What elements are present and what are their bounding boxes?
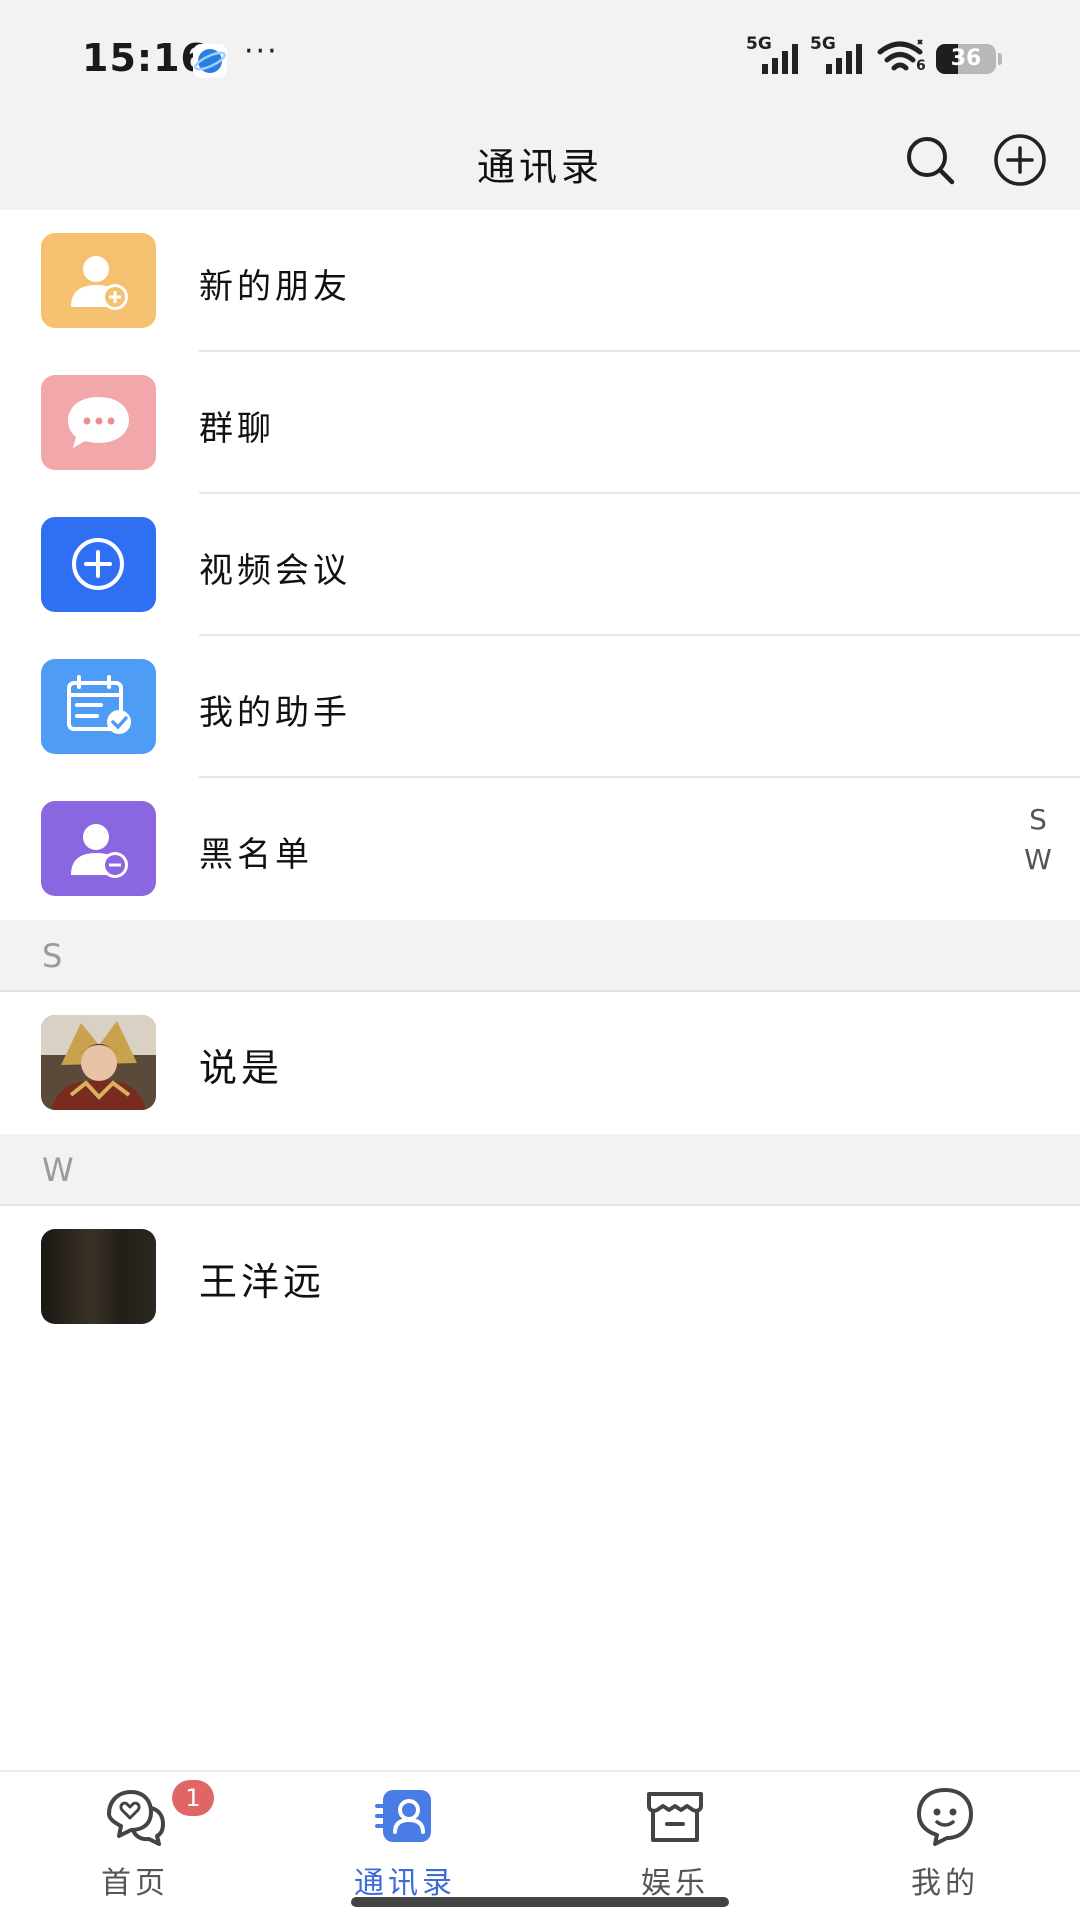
tab-label: 娱乐 <box>641 1866 709 1901</box>
menu-item-label: 新的朋友 <box>199 267 351 307</box>
contact-name: 王洋远 <box>199 1260 326 1304</box>
alphabet-index-bar[interactable]: S W <box>1018 800 1058 880</box>
add-circle-icon[interactable] <box>992 132 1048 188</box>
menu-item-blacklist[interactable]: 黑名单 <box>0 778 1080 928</box>
plus-circle-icon <box>41 517 156 612</box>
contact-avatar <box>41 1229 156 1324</box>
menu-item-label: 我的助手 <box>199 693 351 733</box>
function-menu-list: 新的朋友 群聊 视频会议 我的助手 黑名单 <box>0 210 1080 928</box>
tab-home[interactable]: 1 首页 <box>0 1772 270 1902</box>
contact-row[interactable]: 王洋远 <box>0 1206 1080 1348</box>
unread-badge: 1 <box>172 1780 214 1816</box>
home-chat-icon <box>103 1784 167 1848</box>
section-letter: S <box>42 937 63 975</box>
section-letter: W <box>42 1151 74 1189</box>
battery-icon: 36 <box>936 44 996 74</box>
menu-item-new-friends[interactable]: 新的朋友 <box>0 210 1080 352</box>
index-letter-s[interactable]: S <box>1018 800 1058 840</box>
section-header-s: S <box>0 920 1080 992</box>
menu-item-video-meeting[interactable]: 视频会议 <box>0 494 1080 636</box>
wifi-sub-label: 6 <box>916 58 926 74</box>
home-indicator[interactable] <box>351 1897 729 1907</box>
status-bar: 15:16 ··· 5G 5G 6 36 <box>0 0 1080 110</box>
index-letter-w[interactable]: W <box>1018 840 1058 880</box>
tab-label: 我的 <box>911 1866 979 1901</box>
store-icon <box>643 1784 707 1848</box>
profile-bubble-icon <box>913 1784 977 1848</box>
calendar-check-icon <box>41 659 156 754</box>
contacts-icon <box>373 1784 437 1848</box>
battery-tip <box>998 53 1002 65</box>
menu-item-group-chat[interactable]: 群聊 <box>0 352 1080 494</box>
tab-contacts[interactable]: 通讯录 <box>270 1772 540 1902</box>
chat-bubble-icon <box>41 375 156 470</box>
add-friend-icon <box>41 233 156 328</box>
browser-app-icon <box>193 44 227 78</box>
contact-name: 说是 <box>199 1046 284 1090</box>
wifi-icon: 6 <box>876 38 928 78</box>
menu-item-label: 视频会议 <box>199 551 351 591</box>
block-user-icon <box>41 801 156 896</box>
tab-label: 通讯录 <box>354 1866 456 1901</box>
title-bar: 通讯录 <box>0 110 1080 210</box>
tab-entertainment[interactable]: 娱乐 <box>540 1772 810 1902</box>
tab-label: 首页 <box>101 1866 169 1901</box>
tab-me[interactable]: 我的 <box>810 1772 1080 1902</box>
status-time: 15:16 <box>82 36 208 80</box>
status-more-icon: ··· <box>244 34 279 69</box>
contact-avatar <box>41 1015 156 1110</box>
menu-item-label: 群聊 <box>199 409 275 449</box>
section-header-w: W <box>0 1134 1080 1206</box>
menu-item-label: 黑名单 <box>199 835 313 875</box>
battery-level-text: 36 <box>950 46 982 71</box>
search-icon[interactable] <box>902 132 958 188</box>
menu-item-my-assistant[interactable]: 我的助手 <box>0 636 1080 778</box>
contact-row[interactable]: 说是 <box>0 992 1080 1134</box>
